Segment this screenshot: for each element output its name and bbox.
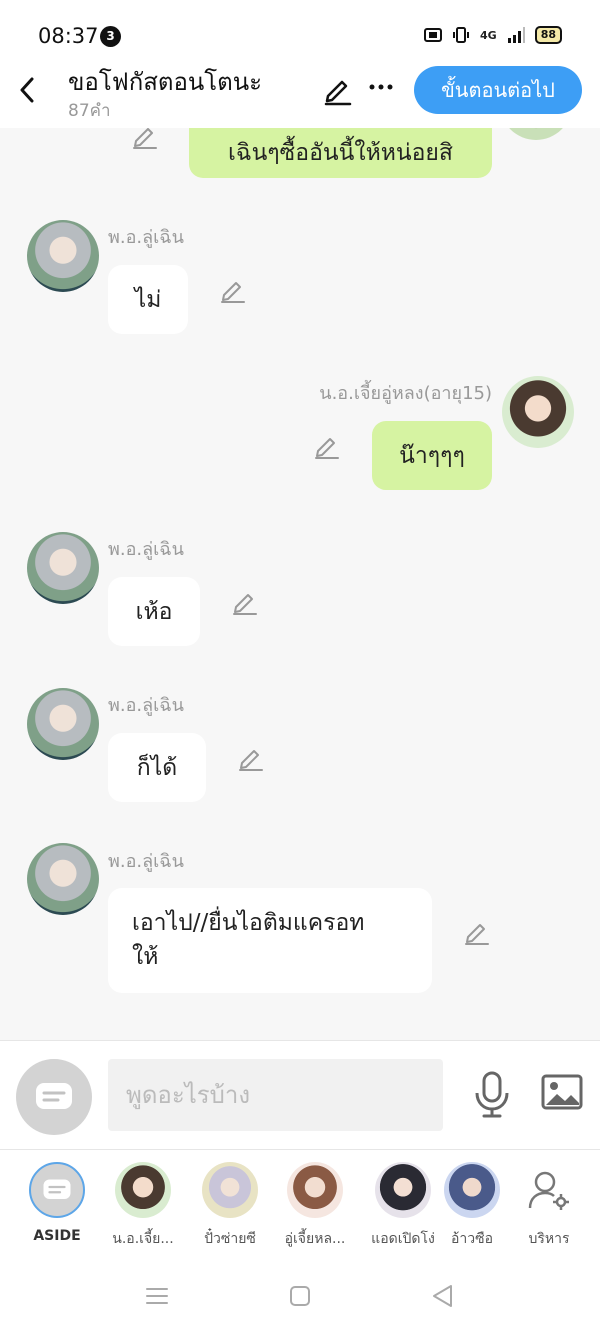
status-time: 08:37 (38, 24, 99, 48)
avatar (287, 1162, 343, 1218)
aside-avatar (29, 1162, 85, 1218)
character-label: น.อ.เจี้ย... (112, 1231, 174, 1247)
network-type: 4G (480, 28, 497, 42)
character-item-aside[interactable]: ASIDE (14, 1162, 100, 1244)
avatar[interactable] (27, 220, 99, 292)
voice-input-button[interactable] (472, 1071, 512, 1119)
battery-level: 88 (534, 26, 562, 44)
pencil-icon (233, 594, 257, 615)
avatar (375, 1162, 431, 1218)
message-bubble[interactable]: เห้อ (108, 577, 200, 646)
message-bubble[interactable]: เอาไป//ยื่นไอติมแครอท ให้ (108, 888, 432, 993)
avatar (202, 1162, 258, 1218)
home-square-icon (290, 1286, 310, 1306)
message-bubble[interactable]: น๊าๆๆๆ (372, 421, 492, 490)
edit-message-button[interactable] (313, 432, 341, 460)
character-label: แอดเปิดโง่ (371, 1231, 435, 1247)
nav-home-button[interactable] (286, 1282, 316, 1312)
edit-title-button[interactable] (322, 74, 354, 106)
character-item[interactable]: น.อ.เจี้ย... (100, 1162, 186, 1250)
avatar[interactable] (27, 843, 99, 915)
avatar[interactable] (502, 376, 574, 448)
aside-toggle-button[interactable] (16, 1059, 92, 1135)
edit-message-button[interactable] (231, 588, 259, 616)
chat-bubble-icon (36, 1083, 72, 1109)
pencil-icon (465, 924, 489, 945)
sender-name: พ.อ.ลู่เฉิน (108, 851, 184, 872)
chat-bubble-icon (43, 1179, 71, 1199)
edit-message-button[interactable] (131, 128, 159, 150)
character-item[interactable]: ปั๋วซ่ายซี (187, 1162, 273, 1250)
image-icon (541, 1074, 583, 1110)
pencil-icon (133, 128, 157, 149)
more-options-button[interactable] (368, 72, 394, 108)
microphone-icon (475, 1071, 509, 1118)
sender-name: น.อ.เจี้ยอู่หลง(อายุ15) (319, 383, 492, 404)
manage-avatar (521, 1162, 577, 1218)
user-settings-icon (528, 1171, 569, 1210)
manage-characters-button[interactable]: บริหาร (506, 1162, 592, 1250)
notification-count-badge: 3 (100, 26, 121, 47)
page-title: ขอโฟกัสตอนโตนะ (68, 68, 263, 96)
image-picker-button[interactable] (540, 1073, 584, 1117)
nfc-icon (424, 28, 442, 42)
back-button[interactable] (12, 72, 42, 108)
status-icons: 4G 88 (424, 26, 562, 44)
vibrate-icon (453, 27, 469, 43)
character-item[interactable]: อ้าวซือ (436, 1162, 508, 1250)
sender-name: พ.อ.ลู่เฉิน (108, 695, 184, 716)
sender-name: พ.อ.ลู่เฉิน (108, 227, 184, 248)
character-item[interactable]: แอดเปิดโง่ (360, 1162, 446, 1250)
pencil-icon (315, 438, 339, 459)
avatar (444, 1162, 500, 1218)
avatar[interactable] (500, 128, 572, 140)
message-input[interactable] (108, 1059, 443, 1131)
character-label: อู่เจี้ยหล... (284, 1231, 346, 1247)
nav-menu-button[interactable] (143, 1282, 173, 1312)
edit-message-button[interactable] (463, 918, 491, 946)
character-label: อ้าวซือ (450, 1231, 494, 1247)
status-bar: 08:37 3 4G 88 (0, 0, 600, 62)
character-label: ASIDE (33, 1228, 81, 1244)
message-composer (0, 1040, 600, 1150)
chevron-left-icon (20, 77, 34, 103)
nav-back-button[interactable] (428, 1282, 458, 1312)
more-dots-icon (369, 84, 393, 90)
message-text-line: ให้ (132, 944, 159, 970)
message-bubble[interactable]: ไม่ (108, 265, 188, 334)
avatar[interactable] (27, 688, 99, 760)
character-item[interactable]: อู่เจี้ยหล... (272, 1162, 358, 1250)
pencil-icon (221, 282, 245, 303)
character-switcher: ASIDE น.อ.เจี้ย... ปั๋วซ่ายซี อู่เจี้ยหล… (0, 1150, 600, 1260)
signal-icon (507, 27, 525, 43)
chat-area[interactable]: เฉินๆซื้ออันนี้ให้หน่อยสิ พ.อ.ลู่เฉิน ไม… (0, 128, 600, 1040)
message-bubble[interactable]: ก็ได้ (108, 733, 206, 802)
edit-message-button[interactable] (237, 744, 265, 772)
character-label: บริหาร (528, 1231, 570, 1247)
pencil-icon (324, 80, 352, 106)
character-label: ปั๋วซ่ายซี (204, 1231, 256, 1247)
avatar (115, 1162, 171, 1218)
word-count: 87คำ (68, 101, 111, 121)
next-step-button[interactable]: ขั้นตอนต่อไป (414, 66, 582, 114)
message-bubble[interactable]: เฉินๆซื้ออันนี้ให้หน่อยสิ (189, 128, 492, 178)
sender-name: พ.อ.ลู่เฉิน (108, 539, 184, 560)
menu-icon (146, 1288, 168, 1304)
pencil-icon (239, 750, 263, 771)
message-text-line: เอาไป//ยื่นไอติมแครอท (132, 910, 365, 936)
chat-header: ขอโฟกัสตอนโตนะ 87คำ ขั้นตอนต่อไป (0, 62, 600, 128)
avatar[interactable] (27, 532, 99, 604)
edit-message-button[interactable] (219, 276, 247, 304)
back-triangle-icon (433, 1285, 452, 1307)
system-nav-bar (0, 1260, 600, 1333)
